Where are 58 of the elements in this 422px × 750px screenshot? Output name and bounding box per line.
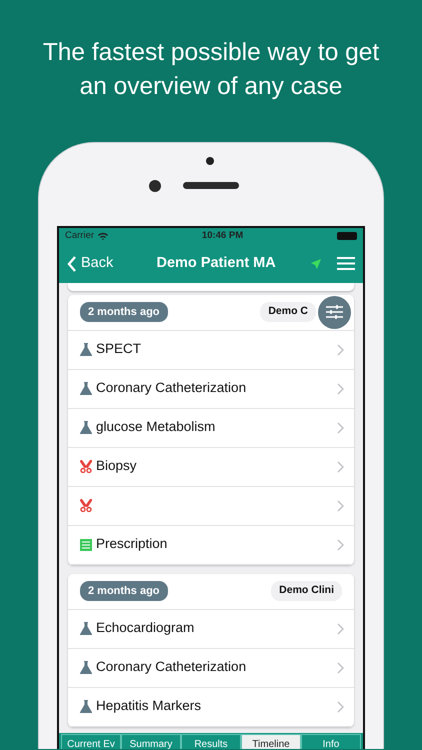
scissors-icon <box>80 499 92 512</box>
menu-button[interactable] <box>337 257 355 270</box>
row-label: Prescription <box>96 535 168 554</box>
sliders-icon <box>326 305 343 320</box>
flask-icon <box>80 421 92 434</box>
chevron-icon <box>337 538 344 551</box>
flask-icon <box>80 382 92 396</box>
headline: The fastest possible way to get an overview of any case <box>42 38 380 102</box>
list-row[interactable]: glucose Metabolism <box>68 408 354 448</box>
tab[interactable]: Timeline <box>241 734 301 749</box>
list-row[interactable]: Coronary Catheterization <box>68 648 354 688</box>
list-icon <box>80 538 92 551</box>
row-label: Coronary Catheterization <box>96 379 246 398</box>
flask-icon <box>80 343 92 356</box>
tab[interactable]: Info <box>301 734 361 749</box>
scissors-icon <box>80 460 92 474</box>
list-row[interactable]: Prescription <box>68 526 354 565</box>
flask-icon <box>80 700 92 714</box>
camera-icon <box>149 180 161 192</box>
chevron-icon <box>337 344 344 356</box>
sensor-icon <box>206 156 214 165</box>
row-label: glucose Metabolism <box>96 418 216 436</box>
row-label: SPECT <box>96 340 142 358</box>
time-badge: 2 months ago <box>80 302 168 322</box>
list-row[interactable]: SPECT <box>68 330 354 370</box>
tab[interactable]: Current Ev <box>61 734 121 749</box>
row-label: Hepatitis Markers <box>96 697 202 716</box>
battery-icon <box>337 232 357 240</box>
chevron-icon <box>337 422 344 434</box>
filter-button[interactable] <box>318 296 351 329</box>
source-badge: Demo C <box>260 302 316 322</box>
time-badge: 2 months ago <box>80 580 168 602</box>
row-label: Biopsy <box>96 457 137 476</box>
source-badge: Demo Clini <box>271 581 342 601</box>
row-label: Echocardiogram <box>96 619 194 638</box>
speaker-icon <box>183 182 239 189</box>
wifi-icon <box>98 232 108 240</box>
location-icon[interactable] <box>311 258 321 269</box>
chevron-icon <box>337 500 344 512</box>
chevron-icon <box>337 662 344 674</box>
list-row[interactable]: Echocardiogram <box>68 610 354 649</box>
back-chevron-icon <box>67 256 77 272</box>
list-row[interactable]: Hepatitis Markers <box>68 688 354 727</box>
clock: 10:46 PM <box>202 228 244 243</box>
chevron-icon <box>337 460 344 473</box>
chevron-icon <box>337 622 344 635</box>
carrier-label: Carrier <box>65 228 94 243</box>
list-row[interactable]: Coronary Catheterization <box>68 370 354 409</box>
tab[interactable]: Summary <box>121 734 181 749</box>
row-label: Coronary Catheterization <box>96 658 246 676</box>
chevron-icon <box>337 382 344 395</box>
flask-icon <box>80 661 92 674</box>
back-button[interactable]: Back <box>67 252 114 274</box>
list-row[interactable]: Biopsy <box>68 448 354 487</box>
tab[interactable]: Results <box>181 734 241 749</box>
chevron-icon <box>337 700 344 713</box>
flask-icon <box>80 622 92 636</box>
screen-title: Demo Patient MA <box>156 254 277 273</box>
